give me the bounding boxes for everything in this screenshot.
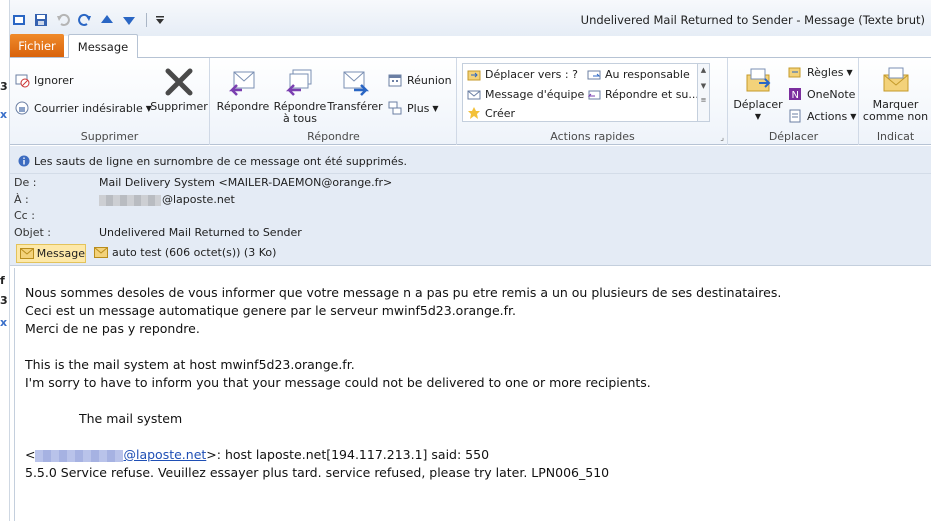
message-body[interactable]: Nous sommes desoles de vous informer que… <box>14 268 931 521</box>
chevron-down-icon: ▼ <box>754 112 762 121</box>
info-bar-text: Les sauts de ligne en surnombre de ce me… <box>34 155 408 168</box>
quick-steps-scrollbar[interactable]: ▲ ▼ ≡ <box>697 64 709 121</box>
to-manager-icon <box>587 70 601 80</box>
from-row: De : Mail Delivery System <MAILER-DAEMON… <box>14 176 392 192</box>
group-quick-steps: Déplacer vers : ? Au responsable Message… <box>458 58 728 145</box>
body-line: Nous sommes desoles de vous informer que… <box>25 285 782 300</box>
onenote-icon: N <box>789 88 801 101</box>
cc-row: Cc : <box>14 209 99 225</box>
svg-text:N: N <box>792 90 799 101</box>
quick-access-toolbar <box>10 12 173 28</box>
to-row: À : @laposte.net <box>14 193 235 209</box>
tab-message[interactable]: Message <box>68 34 138 58</box>
message-header: De : Mail Delivery System <MAILER-DAEMON… <box>10 174 931 242</box>
title-bar: Undelivered Mail Returned to Sender - Me… <box>10 0 931 36</box>
body-line: 5.5.0 Service refuse. Veuillez essayer p… <box>25 465 610 480</box>
actions-button[interactable]: Actions ▼ <box>787 108 856 124</box>
redacted-address <box>35 449 124 462</box>
from-value[interactable]: Mail Delivery System <MAILER-DAEMON@oran… <box>99 176 392 192</box>
group-respond: Répondre Répondre à tous Transférer Réun… <box>211 58 457 145</box>
chevron-down-icon: ▼ <box>432 103 439 113</box>
delete-x-icon <box>162 66 196 98</box>
move-folder-icon <box>467 70 481 81</box>
more-icon <box>388 101 402 115</box>
delete-button[interactable]: Supprimer <box>150 66 208 113</box>
rules-button[interactable]: Règles ▼ <box>787 64 853 80</box>
reply-all-icon <box>283 66 317 98</box>
body-line: The mail system <box>79 411 183 426</box>
info-icon <box>18 155 30 167</box>
to-label: À : <box>14 193 29 206</box>
message-tab-button[interactable]: Message <box>16 244 86 263</box>
reply-all-button[interactable]: Répondre à tous <box>271 66 329 125</box>
reply-delete-icon <box>587 90 601 100</box>
attachment-bar: Message auto test (606 octet(s)) (3 Ko) <box>10 242 931 266</box>
move-button[interactable]: Déplacer ▼ <box>733 64 783 123</box>
move-folder-icon <box>741 64 775 96</box>
dialog-launcher-icon[interactable]: ⌟ <box>720 133 724 142</box>
team-email-icon <box>467 90 481 100</box>
next-item-icon[interactable] <box>120 12 138 28</box>
reply-button[interactable]: Répondre <box>215 66 271 113</box>
ribbon: Ignorer Courrier indésirable ▼ Supprimer… <box>10 57 931 145</box>
quick-step-create[interactable]: Créer <box>467 106 515 120</box>
subject-value: Undelivered Mail Returned to Sender <box>99 226 302 239</box>
more-button[interactable]: Plus ▼ <box>387 100 439 116</box>
window-title: Undelivered Mail Returned to Sender - Me… <box>580 13 925 27</box>
gallery-more-icon[interactable]: ≡ <box>698 96 709 104</box>
redo-icon[interactable] <box>76 12 94 28</box>
body-line: Merci de ne pas y repondre. <box>25 321 200 336</box>
recipient-link[interactable]: @laposte.net <box>35 447 206 462</box>
calendar-icon <box>388 74 402 87</box>
chevron-down-icon: ▼ <box>846 67 853 77</box>
meeting-button[interactable]: Réunion <box>387 72 452 88</box>
from-label: De : <box>14 176 37 189</box>
group-move: Déplacer ▼ Règles ▼ N OneNote Actions ▼ … <box>729 58 859 145</box>
envelope-icon <box>94 247 108 258</box>
forward-button[interactable]: Transférer <box>327 66 383 113</box>
outlook-icon[interactable] <box>10 12 28 28</box>
actions-icon <box>789 109 801 123</box>
quick-step-reply-delete[interactable]: Répondre et su... <box>587 87 699 101</box>
group-delete: Ignorer Courrier indésirable ▼ Supprimer… <box>10 58 210 145</box>
redacted-address <box>99 194 161 206</box>
quick-step-team-email[interactable]: Message d'équipe <box>467 87 584 101</box>
chevron-down-icon: ▼ <box>850 111 857 121</box>
mark-unread-button[interactable]: Marquer comme non <box>860 64 931 123</box>
rules-icon <box>788 67 801 78</box>
to-value[interactable]: @laposte.net <box>99 193 235 209</box>
cc-label: Cc : <box>14 209 35 222</box>
save-icon[interactable] <box>32 12 50 28</box>
quick-steps-gallery: Déplacer vers : ? Au responsable Message… <box>462 63 710 122</box>
body-line: I'm sorry to have to inform you that you… <box>25 375 651 390</box>
customize-toolbar-icon[interactable] <box>151 12 169 28</box>
subject-row: Objet : Undelivered Mail Returned to Sen… <box>14 226 302 242</box>
ignore-icon <box>15 74 30 88</box>
undo-icon[interactable] <box>54 12 72 28</box>
body-line: Ceci est un message automatique genere p… <box>25 303 517 318</box>
message-window: Undelivered Mail Returned to Sender - Me… <box>10 0 931 521</box>
quick-step-move-to[interactable]: Déplacer vers : ? <box>467 67 578 81</box>
quick-step-to-manager[interactable]: Au responsable <box>587 67 690 81</box>
envelope-icon <box>20 248 34 259</box>
body-line: This is the mail system at host mwinf5d2… <box>25 357 355 372</box>
onenote-button[interactable]: N OneNote <box>787 86 855 102</box>
group-tags: Marquer comme non Indicat <box>860 58 931 145</box>
attachment-file[interactable]: auto test (606 octet(s)) (3 Ko) <box>94 246 276 259</box>
background-window-edge: 3 x f 3 x <box>0 0 10 521</box>
previous-item-icon[interactable] <box>98 12 116 28</box>
reply-icon <box>226 66 260 98</box>
scroll-up-icon[interactable]: ▲ <box>698 66 709 74</box>
info-bar: Les sauts de ligne en surnombre de ce me… <box>10 146 931 174</box>
create-star-icon <box>468 107 480 119</box>
scroll-down-icon[interactable]: ▼ <box>698 82 709 90</box>
mark-unread-icon <box>879 64 913 96</box>
recipient-line: < @laposte.net>: host laposte.net[194.117… <box>25 447 490 462</box>
forward-icon <box>338 66 372 98</box>
junk-icon <box>15 101 29 115</box>
junk-button[interactable]: Courrier indésirable ▼ <box>14 100 152 116</box>
ignore-button[interactable]: Ignorer <box>14 72 74 88</box>
tab-file[interactable]: Fichier <box>10 34 64 57</box>
subject-label: Objet : <box>14 226 51 239</box>
